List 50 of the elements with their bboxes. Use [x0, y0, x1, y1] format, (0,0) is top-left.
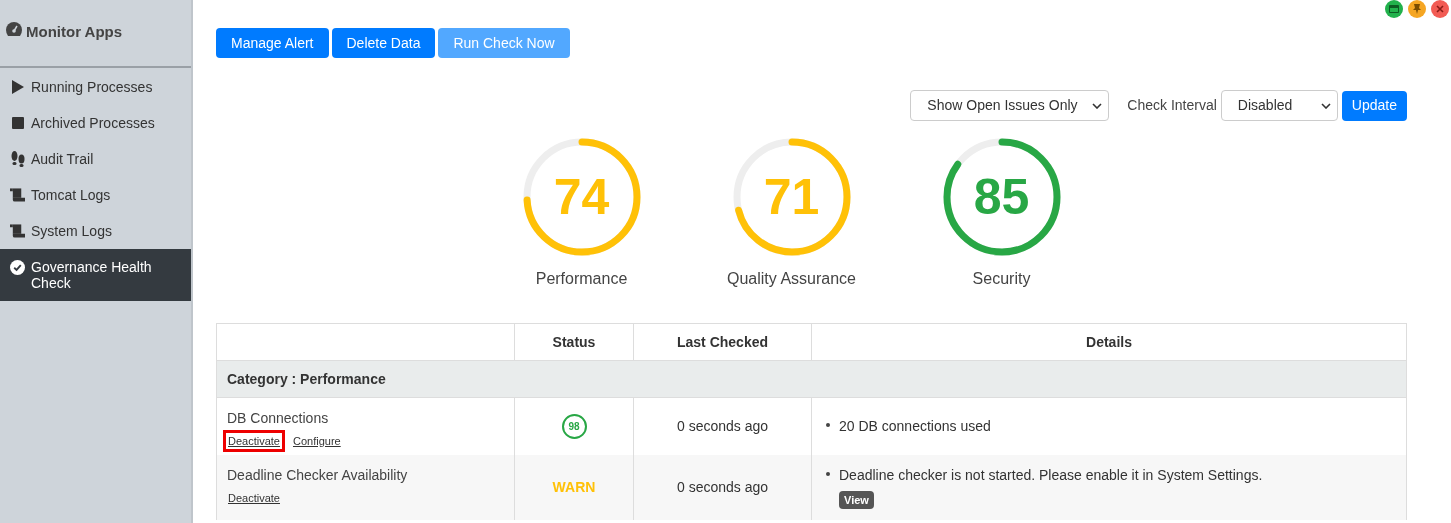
column-header: Details: [811, 323, 1407, 361]
dashboard-icon: [6, 22, 22, 36]
interval-label: Check Interval: [1127, 96, 1217, 115]
last-checked-cell: 0 seconds ago: [633, 454, 812, 520]
gauge-label: Security: [972, 269, 1031, 289]
action-link[interactable]: Deactivate: [223, 486, 285, 509]
check-name: Deadline Checker Availability: [227, 465, 409, 485]
update-button[interactable]: Update: [1341, 90, 1407, 121]
sidebar-item[interactable]: System Logs: [0, 213, 191, 249]
issue-filter-select[interactable]: Show Open Issues Only: [910, 90, 1110, 121]
sidebar-item[interactable]: Governance Health Check: [0, 249, 191, 301]
last-checked-cell: 0 seconds ago: [633, 397, 812, 455]
play-icon: [11, 80, 24, 94]
gauge-value: 85: [973, 172, 1030, 222]
view-button[interactable]: View: [839, 490, 874, 509]
sidebar-item[interactable]: Archived Processes: [0, 105, 191, 141]
minimize-window-button[interactable]: [1385, 0, 1403, 18]
chevron-down-icon: [1092, 102, 1103, 109]
score-badge: 98: [561, 413, 587, 439]
window-icon: [1389, 5, 1399, 13]
sidebar-title: Monitor Apps: [26, 22, 123, 42]
footprints-icon: [10, 151, 25, 167]
close-icon: [1436, 5, 1444, 13]
status-text: WARN: [552, 478, 596, 495]
detail-text: 20 DB connections used: [839, 416, 991, 436]
category-header: Category : Performance: [216, 360, 1407, 398]
sidebar-item[interactable]: Tomcat Logs: [0, 177, 191, 213]
sidebar-item[interactable]: Running Processes: [0, 69, 191, 105]
gauge-label: Quality Assurance: [727, 269, 856, 289]
scroll-icon: [10, 224, 25, 238]
sidebar-item[interactable]: Audit Trail: [0, 141, 191, 177]
gauge-value: 74: [553, 172, 610, 222]
square-icon: [11, 117, 24, 129]
close-window-button[interactable]: [1431, 0, 1449, 18]
detail-text: Deadline checker is not started. Please enable it in System Settings.: [839, 465, 1263, 485]
scroll-icon: [10, 188, 25, 202]
toolbar-button[interactable]: Manage Alert: [216, 28, 329, 58]
chevron-down-icon: [1320, 102, 1331, 109]
action-link[interactable]: Configure: [288, 430, 346, 452]
action-link[interactable]: Deactivate: [223, 430, 285, 452]
pin-window-button[interactable]: [1408, 0, 1426, 18]
pin-icon: [1413, 4, 1421, 14]
interval-select[interactable]: Disabled: [1220, 90, 1338, 121]
column-header: Last Checked: [633, 323, 812, 361]
check-circle-icon: [10, 259, 25, 275]
check-name: DB Connections: [227, 409, 330, 428]
toolbar-button[interactable]: Delete Data: [331, 28, 436, 58]
gauge-label: Performance: [535, 269, 628, 289]
column-header: Status: [514, 323, 634, 361]
gauge-value: 71: [763, 172, 820, 222]
